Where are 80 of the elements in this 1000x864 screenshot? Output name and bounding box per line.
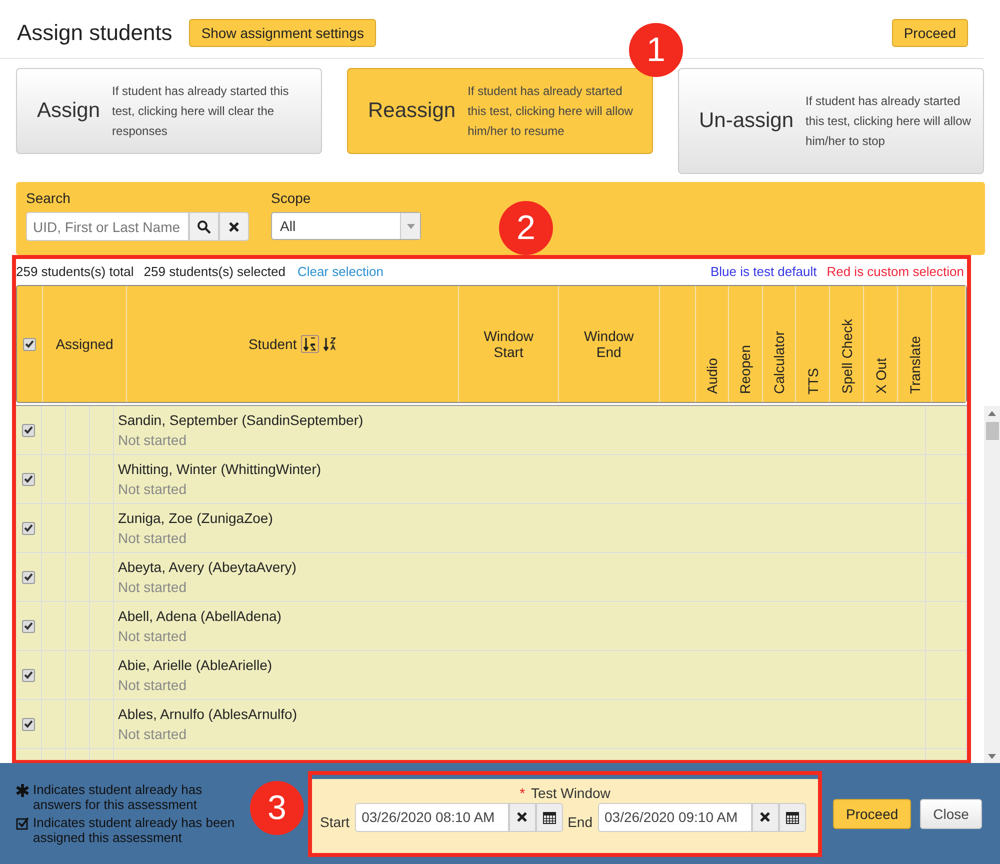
scroll-down-icon[interactable] [988, 754, 996, 759]
student-name: Abie, Arielle (AbleArielle) [118, 657, 274, 673]
start-date-field[interactable]: 03/26/2020 08:10 AM [354, 802, 509, 832]
scope-dropdown[interactable]: All [271, 212, 421, 240]
scope-label: Scope [271, 190, 312, 206]
legend-text: Indicates student already has been assigned this assessment [33, 815, 236, 845]
student-status: Not started [118, 628, 188, 644]
close-icon [517, 812, 528, 822]
clear-start-button[interactable] [508, 802, 536, 832]
proceed-button[interactable]: Proceed [833, 798, 912, 828]
proceed-button[interactable]: Proceed [892, 19, 968, 47]
student-name: Abeyta, Avery (AbeytaAvery) [118, 559, 298, 575]
row-checkbox[interactable] [22, 424, 35, 436]
mode-card[interactable]: Assign If student has already started this test, clicking here will clear the responses [16, 68, 322, 154]
column-header: Reopen [737, 344, 754, 394]
student-status: Not started [118, 579, 188, 595]
custom-legend: Red is custom selection [826, 264, 964, 278]
row-checkbox[interactable] [22, 472, 35, 486]
clear-end-button[interactable] [752, 802, 778, 832]
student-status: Not started [118, 677, 188, 693]
calendar-icon [542, 810, 556, 824]
mode-card[interactable]: Un-assign If student has already started this test, clicking here will allow him/her to stop [678, 68, 984, 174]
search-label: Search [26, 190, 72, 206]
close-button[interactable]: Close [920, 798, 982, 828]
student-name: Sandin, September (SandinSeptember) [118, 412, 364, 428]
student-status: Not started [118, 726, 188, 742]
test-window-label: Test Window [531, 784, 610, 800]
start-label: Start [320, 813, 350, 830]
close-icon [229, 222, 239, 232]
callout-number: 1 [629, 23, 683, 77]
column-header: Student [248, 336, 297, 352]
column-header: X Out [872, 358, 889, 394]
row-checkbox[interactable] [22, 620, 35, 632]
column-header: TTS [804, 368, 821, 394]
scrollbar[interactable] [984, 406, 1000, 764]
column-header: Spell Check [838, 319, 855, 394]
default-legend: Blue is test default [710, 264, 817, 278]
row-checkbox[interactable] [22, 668, 35, 682]
student-status: Not started [118, 481, 188, 497]
end-calendar-button[interactable] [778, 802, 806, 832]
calendar-icon [786, 810, 798, 824]
scroll-thumb[interactable] [986, 422, 998, 440]
legend-text: Indicates student already has answers for this assessment [33, 782, 204, 812]
student-name: Ables, Arnulfo (AblesArnulfo) [118, 706, 298, 722]
student-name: Zuniga, Zoe (ZunigaZoe) [118, 510, 274, 526]
clear-search-button[interactable] [219, 212, 249, 241]
show-settings-button[interactable]: Show assignment settings [189, 19, 376, 47]
student-status: Not started [118, 530, 188, 546]
sort-ascending-icon[interactable] [300, 335, 319, 353]
student-name: Whitting, Winter (WhittingWinter) [118, 461, 322, 477]
required-mark: * [520, 784, 526, 800]
scroll-up-icon[interactable] [988, 411, 996, 416]
column-header: Audio [704, 358, 720, 394]
student-status: Not started [118, 432, 188, 448]
close-icon [760, 812, 770, 822]
row-checkbox[interactable] [22, 570, 35, 584]
asterisk-icon [16, 784, 29, 797]
student-name: Abell, Adena (AbellAdena) [118, 608, 282, 624]
row-checkbox[interactable] [22, 522, 35, 534]
selected-count: 259 students(s) selected [144, 264, 286, 278]
end-label: End [568, 813, 592, 830]
column-header: Translate [906, 336, 923, 394]
checked-box-icon [16, 817, 29, 830]
row-checkbox[interactable] [22, 718, 35, 730]
column-header: Calculator [770, 330, 787, 394]
sort-descending-icon[interactable] [322, 337, 337, 351]
column-header: Window End [582, 328, 635, 360]
search-icon [197, 220, 211, 234]
mode-card[interactable]: Reassign If student has already started this test, clicking here will allow him/her to resume [347, 68, 653, 154]
clear-selection-link[interactable]: Clear selection [297, 264, 384, 278]
caret-icon [406, 224, 414, 228]
select-all-checkbox[interactable] [23, 338, 36, 350]
column-header: Assigned [54, 336, 114, 352]
dialog-title: Assign students [17, 20, 172, 46]
start-calendar-button[interactable] [536, 802, 563, 832]
total-count: 259 students(s) total [16, 264, 134, 278]
search-button[interactable] [189, 212, 219, 241]
end-date-field[interactable]: 03/26/2020 09:10 AM [598, 802, 752, 832]
search-field[interactable]: UID, First or Last Name [26, 212, 189, 241]
column-header: Window Start [482, 328, 534, 360]
